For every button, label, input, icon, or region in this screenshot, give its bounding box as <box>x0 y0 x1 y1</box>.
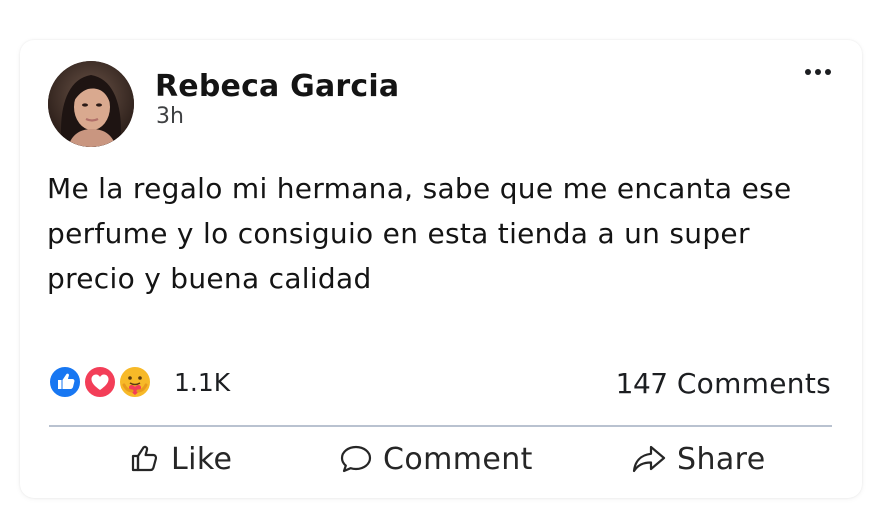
post-text: Me la regalo mi hermana, sabe que me enc… <box>47 172 792 295</box>
share-label: Share <box>677 441 766 477</box>
comments-count: 147 <box>615 367 668 400</box>
action-bar: Like Comment Share <box>49 436 832 482</box>
dot-icon <box>825 69 831 75</box>
post-timestamp[interactable]: 3h <box>156 104 184 129</box>
comment-button[interactable]: Comment <box>339 436 533 482</box>
avatar[interactable] <box>48 61 134 147</box>
dot-icon <box>815 69 821 75</box>
comment-label: Comment <box>383 441 533 477</box>
love-reaction-icon <box>83 365 117 399</box>
share-button[interactable]: Share <box>631 436 766 482</box>
like-button[interactable]: Like <box>129 436 232 482</box>
share-icon <box>632 445 666 473</box>
thumbs-up-icon <box>131 445 158 472</box>
care-reaction-icon <box>118 365 152 399</box>
more-options-button[interactable] <box>800 62 836 82</box>
post-card: Rebeca Garcia 3h Me la regalo mi hermana… <box>20 40 862 498</box>
like-label: Like <box>171 441 233 477</box>
divider <box>49 425 832 427</box>
dot-icon <box>805 69 811 75</box>
reactions-summary[interactable]: 1.1K <box>48 362 230 402</box>
author-name[interactable]: Rebeca Garcia <box>155 69 399 104</box>
comments-count-link[interactable]: 147 Comments <box>616 367 831 400</box>
reaction-count: 1.1K <box>174 367 231 397</box>
comment-icon <box>340 445 372 473</box>
comments-label: Comments <box>676 367 831 400</box>
like-reaction-icon <box>48 365 82 399</box>
reaction-icons <box>48 362 160 402</box>
